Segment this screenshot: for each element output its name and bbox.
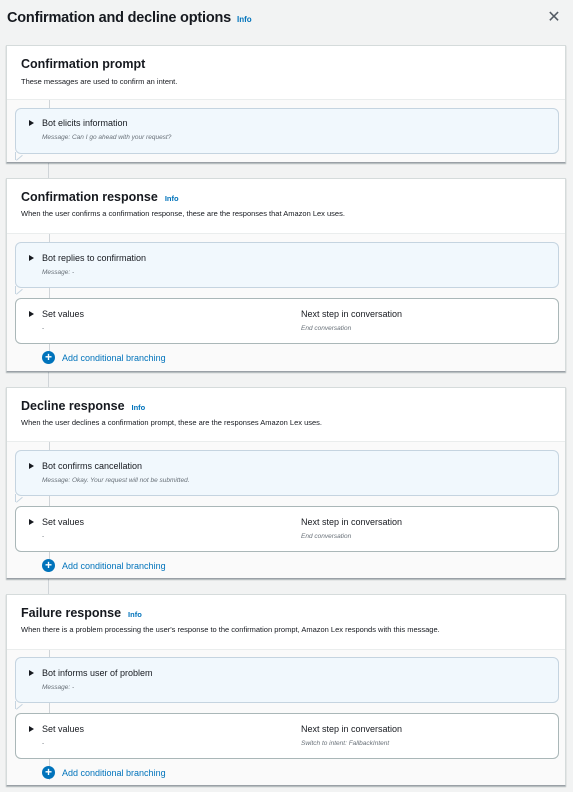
expand-caret-icon[interactable] <box>29 463 34 469</box>
section-title-text: Confirmation response <box>21 190 158 204</box>
bot-elicits-card[interactable]: Bot elicits information Message: Can I g… <box>15 108 559 160</box>
expand-caret-icon[interactable] <box>29 519 34 525</box>
branch-label: Add conditional branching <box>62 352 166 363</box>
section-title: Decline response Info <box>21 399 551 413</box>
add-conditional-branching-button[interactable]: + Add conditional branching <box>42 559 166 572</box>
set-values-value: - <box>42 740 45 747</box>
confirmation-prompt-section: Confirmation prompt These messages are u… <box>6 45 566 163</box>
set-values-card[interactable]: Set values - Next step in conversation E… <box>15 298 559 344</box>
section-header: Confirmation prompt These messages are u… <box>7 46 565 100</box>
bubble-tail <box>15 286 23 294</box>
section-description: When there is a problem processing the u… <box>21 625 440 634</box>
set-values-card[interactable]: Set values - Next step in conversation S… <box>15 713 559 759</box>
set-values-title: Set values <box>42 517 85 527</box>
panel-title: Confirmation and decline options <box>7 10 231 26</box>
section-header: Decline response Info When the user decl… <box>7 388 565 442</box>
card-title: Bot confirms cancellation <box>42 461 143 471</box>
info-link[interactable]: Info <box>165 194 179 203</box>
info-link[interactable]: Info <box>128 610 142 619</box>
bubble-tail <box>15 494 23 502</box>
branch-label: Add conditional branching <box>62 560 166 571</box>
bot-replies-card[interactable]: Bot replies to confirmation Message: - <box>15 242 559 294</box>
section-header: Confirmation response Info When the user… <box>7 179 565 234</box>
section-description: When the user declines a confirmation pr… <box>21 418 322 427</box>
next-step-value: Switch to intent: FallbackIntent <box>301 740 390 747</box>
next-step-title: Next step in conversation <box>301 517 403 527</box>
card-message: Message: - <box>42 269 75 276</box>
next-step-value: End conversation <box>301 533 352 540</box>
panel-header: Confirmation and decline options Info <box>0 0 573 36</box>
expand-caret-icon[interactable] <box>29 670 34 676</box>
section-description: When the user confirms a confirmation re… <box>21 209 345 218</box>
set-values-value: - <box>42 325 45 332</box>
flow-connector <box>48 579 49 594</box>
card-message: Message: Okay. Your request will not be … <box>42 477 190 484</box>
card-title: Bot replies to confirmation <box>42 253 147 263</box>
section-title: Confirmation response Info <box>21 190 551 204</box>
card-title: Bot informs user of problem <box>42 668 153 678</box>
set-values-card[interactable]: Set values - Next step in conversation E… <box>15 506 559 552</box>
bot-informs-problem-card[interactable]: Bot informs user of problem Message: - <box>15 657 559 709</box>
add-conditional-branching-button[interactable]: + Add conditional branching <box>42 766 166 779</box>
add-conditional-branching-button[interactable]: + Add conditional branching <box>42 351 166 364</box>
flow-connector <box>48 163 49 178</box>
expand-caret-icon[interactable] <box>29 120 34 126</box>
info-link[interactable]: Info <box>132 403 146 412</box>
card-title: Bot elicits information <box>42 118 128 128</box>
card-message: Message: Can I go ahead with your reques… <box>42 134 172 141</box>
decline-response-section: Decline response Info When the user decl… <box>6 387 566 579</box>
next-step-title: Next step in conversation <box>301 724 403 734</box>
bot-confirms-cancellation-card[interactable]: Bot confirms cancellation Message: Okay.… <box>15 450 559 502</box>
section-title: Failure response Info <box>21 606 551 620</box>
next-step-title: Next step in conversation <box>301 309 403 319</box>
plus-circle-icon: + <box>42 559 55 572</box>
expand-caret-icon[interactable] <box>29 726 34 732</box>
expand-caret-icon[interactable] <box>29 255 34 261</box>
info-link[interactable]: Info <box>237 15 252 24</box>
section-title-text: Failure response <box>21 606 122 620</box>
set-values-value: - <box>42 533 45 540</box>
set-values-title: Set values <box>42 724 85 734</box>
section-description: These messages are used to confirm an in… <box>21 77 178 86</box>
section-title-text: Decline response <box>21 399 125 413</box>
plus-circle-icon: + <box>42 351 55 364</box>
set-values-title: Set values <box>42 309 85 319</box>
flow-connector <box>48 372 49 387</box>
flow-connector <box>49 100 50 108</box>
card-message: Message: - <box>42 684 75 691</box>
bubble-tail <box>15 701 23 709</box>
section-title: Confirmation prompt <box>21 57 146 71</box>
section-header: Failure response Info When there is a pr… <box>7 595 565 650</box>
next-step-value: End conversation <box>301 325 352 332</box>
branch-label: Add conditional branching <box>62 767 166 778</box>
plus-circle-icon: + <box>42 766 55 779</box>
failure-response-section: Failure response Info When there is a pr… <box>6 594 566 786</box>
bubble-tail <box>15 152 23 160</box>
confirmation-response-section: Confirmation response Info When the user… <box>6 178 566 372</box>
close-icon[interactable]: ✕ <box>545 9 563 27</box>
expand-caret-icon[interactable] <box>29 311 34 317</box>
